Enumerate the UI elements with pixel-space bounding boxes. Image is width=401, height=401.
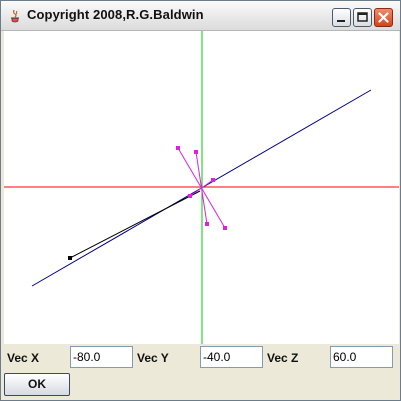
marker-point: [211, 178, 215, 182]
vec-z-label: Vec Z: [267, 351, 299, 365]
marker-point: [223, 226, 227, 230]
vec-x-field[interactable]: [70, 346, 133, 368]
ok-button[interactable]: OK: [4, 373, 70, 396]
vec-y-field[interactable]: [200, 346, 263, 368]
close-icon: [378, 12, 389, 23]
vec-x-label: Vec X: [7, 351, 40, 365]
app-window: Copyright 2008,R.G.Baldwin Vec X -80.0 V…: [0, 0, 401, 401]
vec-y-label: Vec Y: [137, 351, 169, 365]
drawing-canvas[interactable]: [4, 31, 399, 344]
vector-line: [69, 190, 201, 259]
marker-point: [176, 146, 180, 150]
vector-endpoint-marker: [68, 256, 72, 260]
marker-point: [188, 194, 192, 198]
minimize-button[interactable]: [332, 8, 351, 27]
marker-point: [194, 150, 198, 154]
window-title: Copyright 2008,R.G.Baldwin: [27, 7, 204, 22]
vector-controls: Vec X Vec Y Vec Z: [1, 345, 400, 370]
marker-point: [205, 222, 209, 226]
vec-z-field[interactable]: [330, 346, 393, 368]
minimize-icon: [337, 20, 345, 22]
java-app-icon: [11, 9, 19, 23]
title-bar[interactable]: Copyright 2008,R.G.Baldwin: [1, 1, 400, 31]
close-button[interactable]: [374, 8, 393, 27]
maximize-icon: [357, 12, 368, 22]
maximize-button[interactable]: [353, 8, 372, 27]
